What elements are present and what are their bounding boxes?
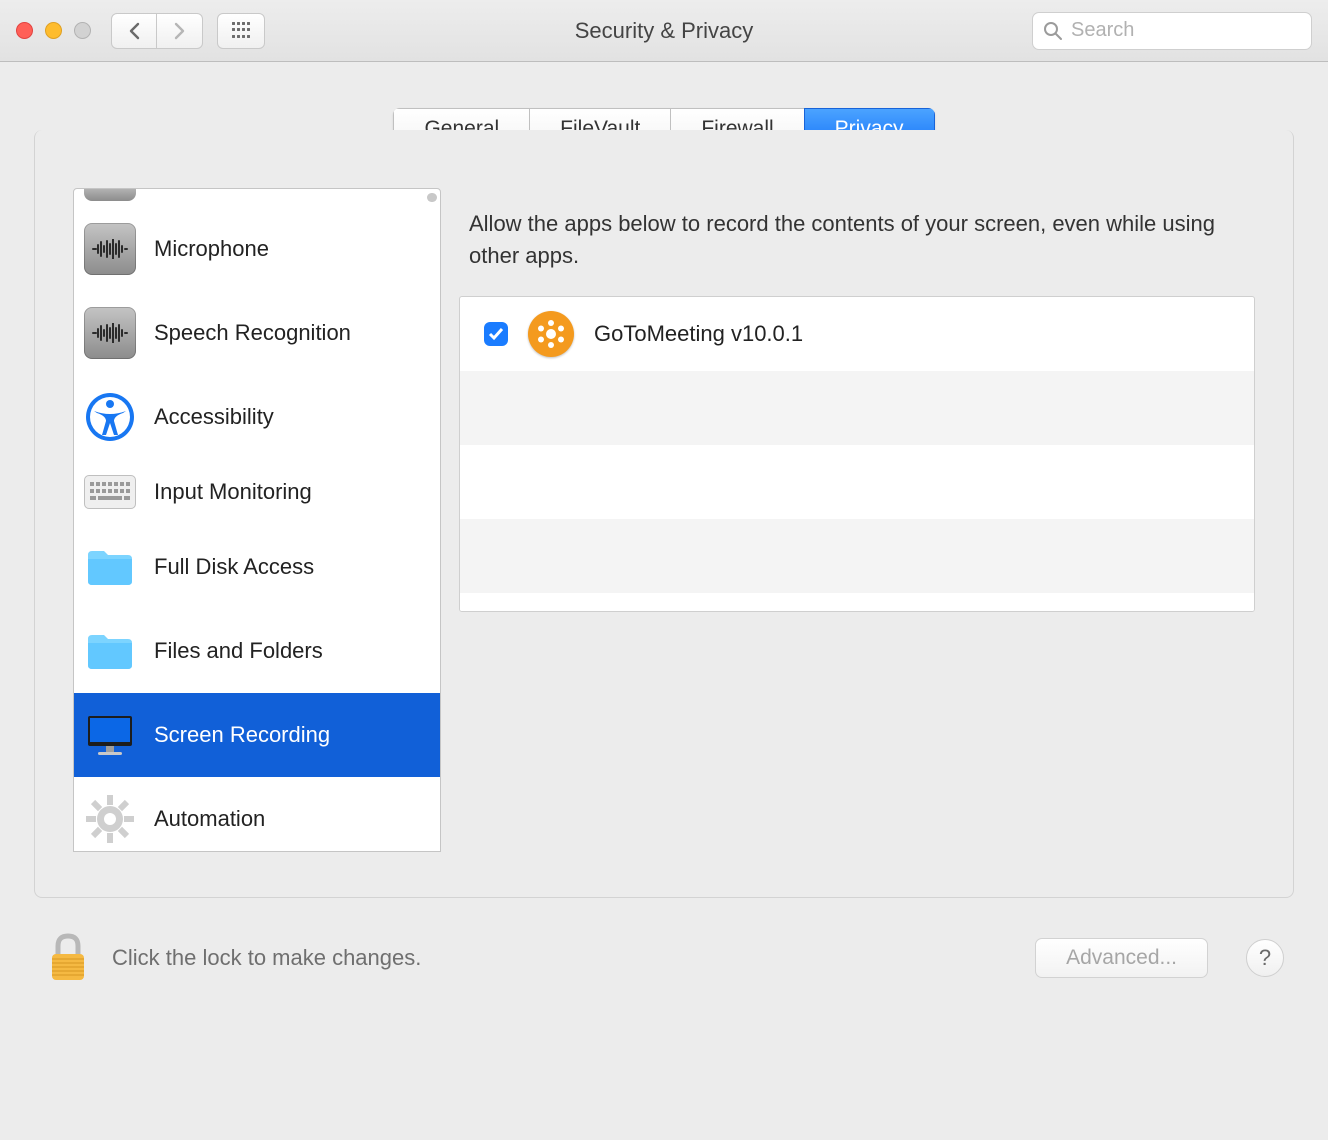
nav-button-group <box>111 13 203 49</box>
chevron-right-icon <box>173 22 187 40</box>
gear-icon <box>84 793 136 845</box>
app-checkbox[interactable] <box>484 322 508 346</box>
search-icon <box>1043 21 1063 41</box>
show-all-prefs-button[interactable] <box>217 13 265 49</box>
back-button[interactable] <box>111 13 157 49</box>
empty-row <box>460 593 1254 612</box>
app-row[interactable]: GoToMeeting v10.0.1 <box>460 297 1254 371</box>
sidebar-item-full-disk-access[interactable]: Full Disk Access <box>74 525 440 609</box>
window-title: Security & Privacy <box>575 18 754 44</box>
advanced-button[interactable]: Advanced... <box>1035 938 1208 978</box>
search-input[interactable] <box>1071 19 1301 42</box>
sidebar-item-input-monitoring[interactable]: Input Monitoring <box>74 459 440 525</box>
sidebar-item-screen-recording[interactable]: Screen Recording <box>74 693 440 777</box>
sidebar-item-label: Speech Recognition <box>154 320 351 346</box>
sidebar-item-label: Automation <box>154 806 265 832</box>
speech-waveform-icon <box>84 307 136 359</box>
zoom-window-button[interactable] <box>74 22 91 39</box>
footer: Click the lock to make changes. Advanced… <box>0 898 1328 984</box>
close-window-button[interactable] <box>16 22 33 39</box>
content-pane: Allow the apps below to record the conte… <box>459 188 1255 852</box>
keyboard-icon <box>84 475 136 509</box>
sidebar-item-label: Files and Folders <box>154 638 323 664</box>
gotomeeting-icon <box>528 311 574 357</box>
empty-row <box>460 371 1254 445</box>
toolbar: Security & Privacy <box>0 0 1328 62</box>
app-name-label: GoToMeeting v10.0.1 <box>594 321 803 347</box>
list-item[interactable] <box>74 189 440 207</box>
lock-button[interactable] <box>44 932 92 984</box>
lock-message: Click the lock to make changes. <box>112 945 421 971</box>
forward-button[interactable] <box>157 13 203 49</box>
empty-row <box>460 445 1254 519</box>
partial-item-icon <box>84 188 136 201</box>
folder-icon <box>84 625 136 677</box>
sidebar-item-speech-recognition[interactable]: Speech Recognition <box>74 291 440 375</box>
minimize-window-button[interactable] <box>45 22 62 39</box>
folder-icon <box>84 541 136 593</box>
monitor-icon <box>84 709 136 761</box>
main-panel: Microphone Speech Recognition Accessibil… <box>34 130 1294 898</box>
help-button[interactable]: ? <box>1246 939 1284 977</box>
lock-icon <box>44 932 92 984</box>
accessibility-icon <box>84 391 136 443</box>
privacy-category-list[interactable]: Microphone Speech Recognition Accessibil… <box>73 188 441 852</box>
sidebar-item-label: Microphone <box>154 236 269 262</box>
checkmark-icon <box>488 327 504 341</box>
permission-description: Allow the apps below to record the conte… <box>459 188 1255 296</box>
grid-icon <box>232 22 250 40</box>
window-controls <box>16 22 91 39</box>
sidebar-item-files-and-folders[interactable]: Files and Folders <box>74 609 440 693</box>
sidebar-item-label: Accessibility <box>154 404 274 430</box>
sidebar-item-label: Input Monitoring <box>154 479 312 505</box>
sidebar-item-microphone[interactable]: Microphone <box>74 207 440 291</box>
empty-row <box>460 519 1254 593</box>
sidebar-item-label: Full Disk Access <box>154 554 314 580</box>
chevron-left-icon <box>127 22 141 40</box>
sidebar-item-automation[interactable]: Automation <box>74 777 440 852</box>
app-permission-list[interactable]: GoToMeeting v10.0.1 <box>459 296 1255 612</box>
sidebar-item-accessibility[interactable]: Accessibility <box>74 375 440 459</box>
sidebar-item-label: Screen Recording <box>154 722 330 748</box>
microphone-waveform-icon <box>84 223 136 275</box>
search-field[interactable] <box>1032 12 1312 50</box>
scrollbar-thumb[interactable] <box>427 193 437 202</box>
